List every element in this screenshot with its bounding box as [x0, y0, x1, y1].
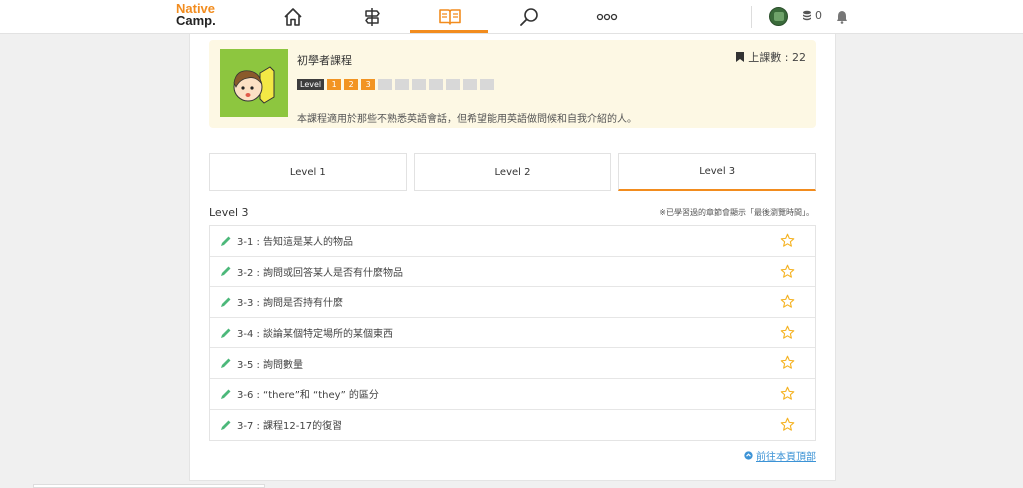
- lesson-row[interactable]: 3-1 : 告知這是某人的物品: [210, 226, 815, 257]
- pencil-icon: [221, 236, 231, 246]
- lesson-title: 3-3 : 詢問是否持有什麼: [237, 298, 344, 310]
- level-badge-empty: [463, 79, 478, 90]
- user-avatar[interactable]: [769, 7, 788, 26]
- arrow-up-circle-icon: [744, 451, 753, 460]
- lesson-title: 3-1 : 告知這是某人的物品: [237, 237, 354, 249]
- tab-level-1[interactable]: Level 1: [209, 153, 407, 191]
- pencil-icon: [221, 420, 231, 430]
- coin-stack-icon: [803, 10, 811, 21]
- lesson-title: 3-7 : 課程12-17的復習: [237, 421, 343, 433]
- signpost-icon[interactable]: [359, 0, 385, 34]
- search-icon[interactable]: [516, 0, 542, 34]
- level-badge-empty: [446, 79, 461, 90]
- level-indicator: Level 1 2 3: [297, 79, 495, 90]
- course-description: 本課程適用於那些不熟悉英語會話，但希望能用英語做問候和自我介紹的人。: [297, 114, 637, 125]
- lesson-row[interactable]: 3-6 : “there”和 “they” 的區分: [210, 379, 815, 410]
- top-nav: Native Camp. 0: [0, 0, 1023, 34]
- book-icon[interactable]: [437, 0, 463, 34]
- course-thumbnail: [220, 49, 288, 117]
- level-badge-3: 3: [361, 79, 376, 90]
- bell-icon[interactable]: [834, 0, 850, 34]
- course-title: 初學者課程: [297, 54, 352, 67]
- level-badge-empty: [429, 79, 444, 90]
- back-to-top-link[interactable]: 前往本頁頂部: [744, 448, 816, 463]
- home-icon[interactable]: [280, 0, 306, 34]
- section-note: ※已學習過的章節會顯示「最後瀏覽時間」。: [659, 208, 814, 217]
- lesson-row[interactable]: 3-5 : 詢問數量: [210, 348, 815, 379]
- section-title: Level 3: [209, 206, 249, 219]
- nav-divider: [751, 6, 752, 28]
- level-badge-1: 1: [327, 79, 342, 90]
- level-badge-empty: [480, 79, 495, 90]
- pencil-icon: [221, 358, 231, 369]
- active-nav-indicator: [410, 30, 488, 33]
- level-tag: Level: [297, 79, 325, 90]
- star-icon[interactable]: [780, 233, 795, 248]
- level-tabs: Level 1 Level 2 Level 3: [209, 153, 817, 191]
- lesson-title: 3-6 : “there”和 “they” 的區分: [237, 390, 379, 402]
- lesson-row[interactable]: 3-4 : 談論某個特定場所的某個東西: [210, 318, 815, 349]
- lesson-count: 上課數 : 22: [736, 49, 806, 65]
- coin-balance[interactable]: 0: [802, 9, 822, 22]
- star-icon[interactable]: [780, 355, 795, 370]
- star-icon[interactable]: [780, 264, 795, 279]
- more-icon[interactable]: [594, 0, 620, 34]
- level-badge-2: 2: [344, 79, 359, 90]
- lesson-title: 3-2 : 詢問或回答某人是否有什麼物品: [237, 267, 404, 279]
- level-badge-empty: [395, 79, 410, 90]
- pencil-icon: [221, 297, 231, 307]
- star-icon[interactable]: [780, 417, 795, 432]
- star-icon[interactable]: [780, 325, 795, 340]
- lesson-row[interactable]: 3-7 : 課程12-17的復習: [210, 410, 815, 441]
- lesson-list: 3-1 : 告知這是某人的物品 3-2 : 詢問或回答某人是否有什麼物品 3-3…: [209, 225, 816, 442]
- bookmark-icon: [736, 52, 745, 62]
- lesson-row[interactable]: 3-2 : 詢問或回答某人是否有什麼物品: [210, 257, 815, 288]
- tab-level-2[interactable]: Level 2: [413, 153, 612, 191]
- lesson-row[interactable]: 3-3 : 詢問是否持有什麼: [210, 287, 815, 318]
- level-badge-empty: [378, 79, 393, 90]
- tab-level-3[interactable]: Level 3: [618, 153, 817, 191]
- lesson-title: 3-4 : 談論某個特定場所的某個東西: [237, 329, 394, 341]
- pencil-icon: [221, 328, 231, 338]
- native-camp-logo[interactable]: Native Camp.: [176, 2, 216, 27]
- star-icon[interactable]: [780, 386, 795, 401]
- course-card: 初學者課程 上課數 : 22 Level 1 2 3 本課程適用於那些不熟悉英語…: [189, 34, 836, 481]
- pencil-icon: [221, 266, 231, 277]
- star-icon[interactable]: [780, 294, 795, 309]
- course-header: 初學者課程 上課數 : 22 Level 1 2 3 本課程適用於那些不熟悉英語…: [209, 40, 816, 128]
- bottom-panel-edge: [33, 484, 265, 488]
- lesson-title: 3-5 : 詢問數量: [237, 359, 304, 371]
- level-badge-empty: [412, 79, 427, 90]
- pencil-icon: [221, 389, 231, 399]
